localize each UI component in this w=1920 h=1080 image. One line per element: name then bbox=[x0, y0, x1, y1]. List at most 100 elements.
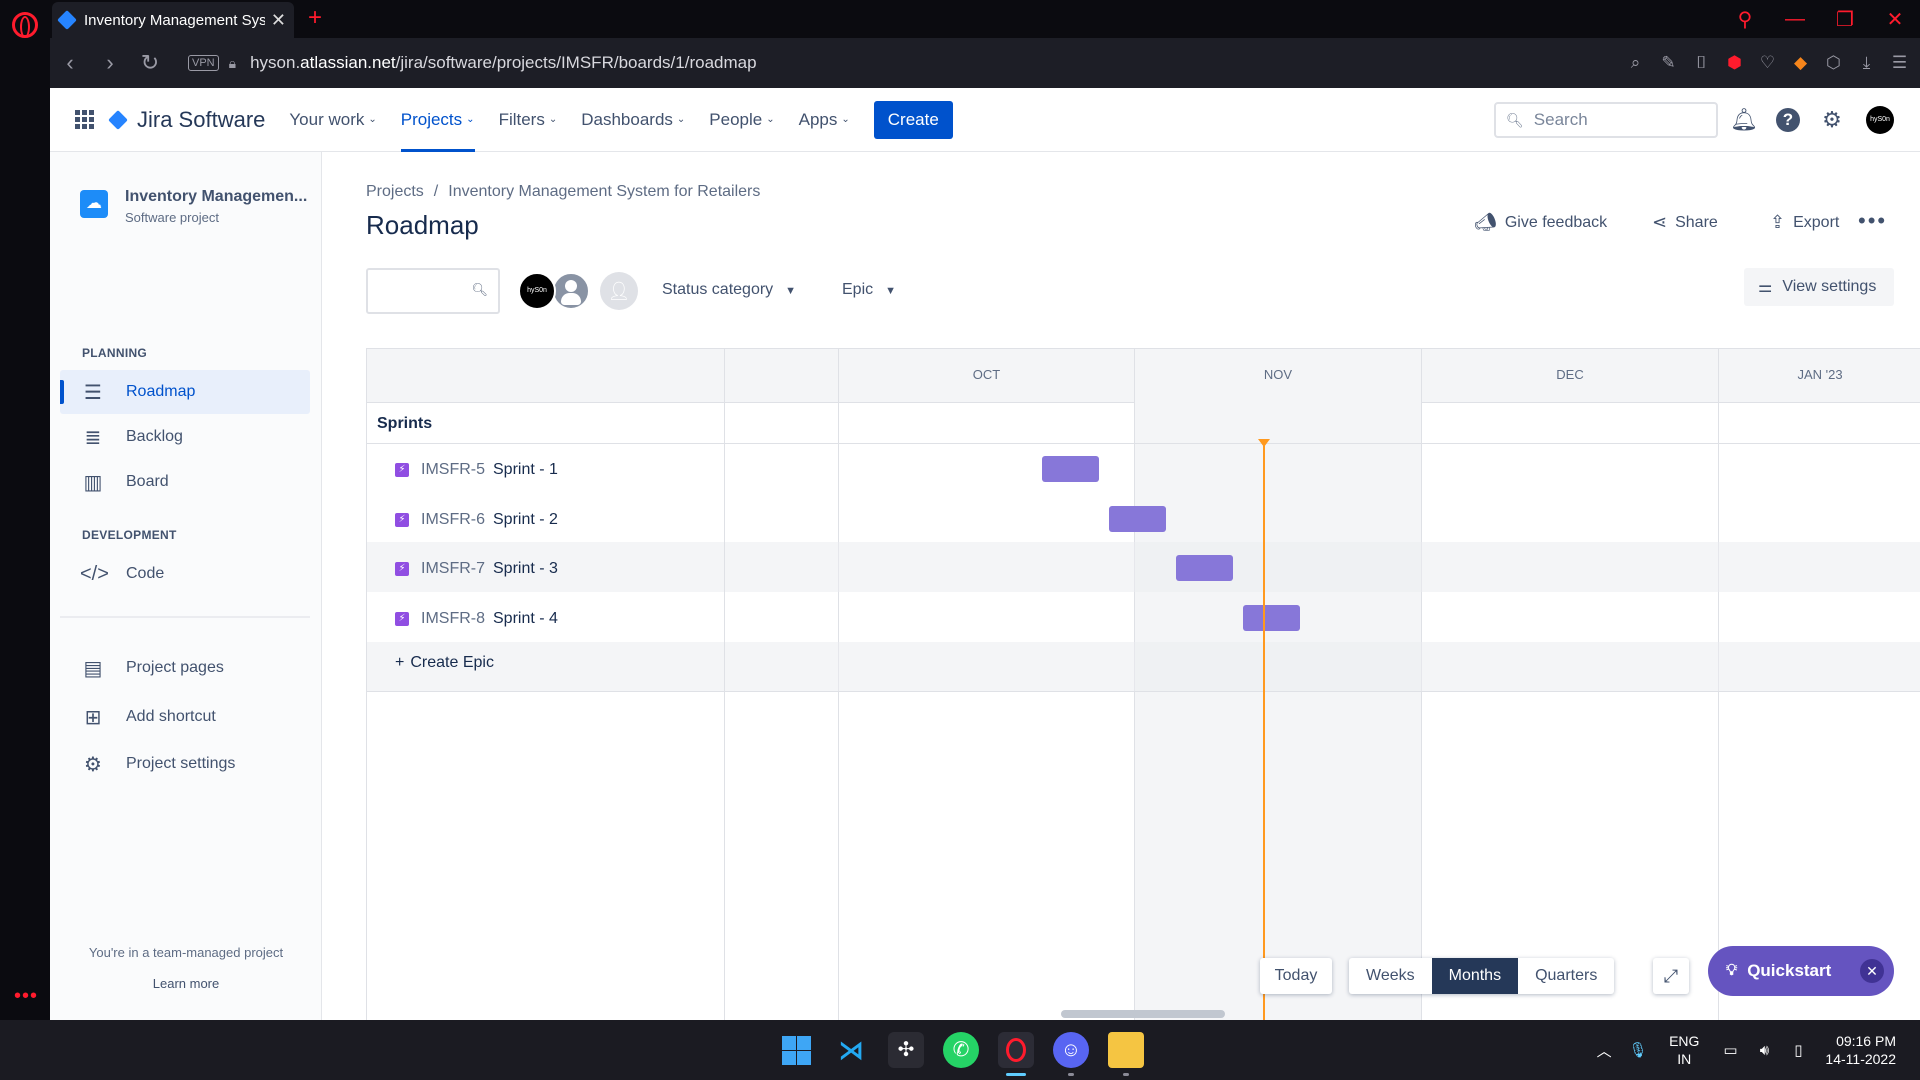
nav-your-work[interactable]: Your work ⌄ bbox=[289, 88, 376, 152]
sidebar-item-add-shortcut[interactable]: ⊞ Add shortcut bbox=[60, 695, 310, 739]
nav-people[interactable]: People ⌄ bbox=[709, 88, 774, 152]
share-button[interactable]: ⋖ Share bbox=[1652, 212, 1718, 233]
member-avatar-default-icon[interactable] bbox=[552, 272, 590, 310]
camera-icon[interactable]: ⌷ bbox=[1685, 53, 1718, 73]
heart-icon[interactable]: ♡ bbox=[1751, 53, 1784, 73]
epic-dropdown[interactable]: Epic ▼ bbox=[842, 281, 896, 299]
more-actions-icon[interactable]: ••• bbox=[1858, 208, 1887, 234]
restore-icon[interactable]: ❐ bbox=[1820, 7, 1870, 32]
discord-icon[interactable]: ☺ bbox=[1053, 1032, 1089, 1068]
app-switcher-icon[interactable] bbox=[75, 109, 95, 130]
edit-icon[interactable]: ✎ bbox=[1652, 53, 1685, 73]
cube-icon[interactable]: ⬡ bbox=[1817, 53, 1850, 73]
fullscreen-expand-icon[interactable]: ⤢ bbox=[1653, 958, 1689, 994]
url-path: /jira/software/projects/IMSFR/boards/1/r… bbox=[395, 53, 757, 72]
status-category-dropdown[interactable]: Status category ▼ bbox=[662, 281, 796, 299]
member-avatar[interactable]: hyS0n bbox=[518, 272, 556, 310]
download-icon[interactable]: ⤓ bbox=[1850, 53, 1883, 73]
export-button[interactable]: ⇪ Export bbox=[1770, 212, 1839, 233]
sidebar-item-label: Backlog bbox=[126, 428, 183, 445]
epic-bar[interactable] bbox=[1109, 506, 1166, 532]
lock-icon[interactable]: 🔒︎ bbox=[229, 55, 236, 72]
vpn-badge[interactable]: VPN bbox=[188, 55, 219, 71]
language-indicator[interactable]: ENG IN bbox=[1669, 1032, 1699, 1068]
display-icon[interactable]: ▭ bbox=[1713, 1041, 1747, 1059]
sidebar-more-icon[interactable]: ••• bbox=[14, 985, 38, 1008]
epic-bar[interactable] bbox=[1042, 456, 1099, 482]
breadcrumb-projects[interactable]: Projects bbox=[366, 183, 424, 200]
epic-row[interactable]: ⚡︎ IMSFR-5 Sprint - 1 bbox=[395, 445, 558, 495]
nav-projects[interactable]: Projects ⌄ bbox=[400, 88, 475, 152]
opera-browser-icon[interactable] bbox=[998, 1032, 1034, 1068]
browser-tab[interactable]: Inventory Management Sys ✕ bbox=[52, 2, 294, 38]
vscode-icon[interactable]: ⋊ bbox=[833, 1032, 869, 1068]
back-icon[interactable]: ‹ bbox=[50, 50, 90, 76]
close-tab-icon[interactable]: ✕ bbox=[271, 10, 286, 31]
close-window-icon[interactable]: ✕ bbox=[1870, 7, 1920, 32]
sidebar-item-project-settings[interactable]: ⚙ Project settings bbox=[60, 742, 310, 786]
quickstart-button[interactable]: 💡︎ Quickstart ✕ bbox=[1708, 946, 1894, 996]
volume-icon[interactable]: 🔊︎ bbox=[1747, 1042, 1781, 1059]
url-field[interactable]: hyson.atlassian.net/jira/software/projec… bbox=[250, 53, 756, 73]
sidebar-item-code[interactable]: </> Code bbox=[60, 552, 310, 596]
zoom-weeks[interactable]: Weeks bbox=[1349, 958, 1432, 994]
new-tab-icon[interactable]: + bbox=[308, 4, 322, 32]
minimize-icon[interactable]: — bbox=[1770, 8, 1820, 31]
notifications-icon[interactable]: 🔔︎ bbox=[1730, 106, 1758, 134]
breadcrumb-project[interactable]: Inventory Management System for Retailer… bbox=[448, 183, 760, 200]
roadmap-search-input[interactable]: 🔍︎ bbox=[366, 268, 500, 314]
give-feedback-button[interactable]: 📣︎ Give feedback bbox=[1474, 212, 1607, 233]
close-icon[interactable]: ✕ bbox=[1860, 959, 1884, 983]
clock[interactable]: 09:16 PM 14-11-2022 bbox=[1825, 1032, 1896, 1068]
view-settings-button[interactable]: ⚌ View settings bbox=[1744, 268, 1894, 306]
project-type: Software project bbox=[125, 210, 219, 225]
month-label: DEC bbox=[1556, 367, 1584, 382]
running-app-indicator bbox=[1068, 1073, 1074, 1076]
search-page-icon[interactable]: ⌕ bbox=[1619, 53, 1652, 73]
create-button[interactable]: Create bbox=[873, 100, 953, 139]
easy-setup-icon[interactable]: ☰ bbox=[1883, 53, 1916, 73]
lightbulb-icon: 💡︎ bbox=[1726, 962, 1738, 979]
davinci-resolve-icon[interactable]: ✣ bbox=[888, 1032, 924, 1068]
epic-bar[interactable] bbox=[1176, 555, 1233, 581]
sidebar-item-board[interactable]: ▥ Board bbox=[60, 460, 310, 504]
reload-icon[interactable]: ↻ bbox=[130, 50, 170, 76]
adblock-icon[interactable]: ⬢ bbox=[1718, 53, 1751, 73]
horizontal-scrollbar[interactable] bbox=[1061, 1010, 1225, 1018]
chevron-up-icon[interactable]: ︿ bbox=[1587, 1040, 1621, 1061]
file-explorer-icon[interactable] bbox=[1108, 1032, 1144, 1068]
epic-row[interactable]: ⚡︎ IMSFR-7 Sprint - 3 bbox=[395, 544, 558, 594]
clock-date: 14-11-2022 bbox=[1825, 1051, 1896, 1067]
epic-bar[interactable] bbox=[1243, 605, 1300, 631]
sidebar-item-project-pages[interactable]: ▤ Project pages bbox=[60, 646, 310, 690]
windows-start-icon[interactable] bbox=[778, 1032, 814, 1068]
forward-icon[interactable]: › bbox=[90, 50, 130, 76]
sidebar-item-backlog[interactable]: ≣ Backlog bbox=[60, 415, 310, 459]
project-name[interactable]: Inventory Managemen... bbox=[125, 188, 307, 206]
today-button[interactable]: Today bbox=[1260, 958, 1332, 994]
metamask-icon[interactable]: ◆ bbox=[1784, 53, 1817, 73]
rows-bottom-border bbox=[367, 691, 1920, 692]
battery-icon[interactable]: ▯ bbox=[1781, 1041, 1815, 1059]
whatsapp-icon[interactable]: ✆ bbox=[943, 1032, 979, 1068]
learn-more-link[interactable]: Learn more bbox=[50, 976, 322, 991]
create-epic-button[interactable]: + Create Epic bbox=[395, 654, 494, 672]
epic-row[interactable]: ⚡︎ IMSFR-8 Sprint - 4 bbox=[395, 594, 558, 644]
opera-logo-icon[interactable] bbox=[12, 12, 38, 38]
search-input[interactable]: 🔍︎ Search bbox=[1494, 102, 1718, 138]
zoom-months[interactable]: Months bbox=[1431, 958, 1519, 994]
zoom-quarters[interactable]: Quarters bbox=[1518, 958, 1614, 994]
add-member-icon[interactable]: 👤︎ bbox=[600, 272, 638, 310]
search-tabs-icon[interactable]: ⚲ bbox=[1720, 7, 1770, 32]
jira-logo[interactable]: Jira Software bbox=[108, 107, 265, 133]
help-icon[interactable]: ? bbox=[1776, 108, 1800, 132]
sidebar-item-roadmap[interactable]: ☰ Roadmap bbox=[60, 370, 310, 414]
nav-apps[interactable]: Apps ⌄ bbox=[799, 88, 850, 152]
nav-dashboards[interactable]: Dashboards ⌄ bbox=[581, 88, 685, 152]
microphone-icon[interactable]: 🎙︎ bbox=[1621, 1041, 1655, 1059]
user-avatar[interactable]: hyS0n bbox=[1866, 106, 1894, 134]
epic-row[interactable]: ⚡︎ IMSFR-6 Sprint - 2 bbox=[395, 495, 558, 545]
nav-filters[interactable]: Filters ⌄ bbox=[499, 88, 558, 152]
settings-gear-icon[interactable]: ⚙ bbox=[1818, 106, 1846, 134]
page-title: Roadmap bbox=[366, 210, 479, 240]
